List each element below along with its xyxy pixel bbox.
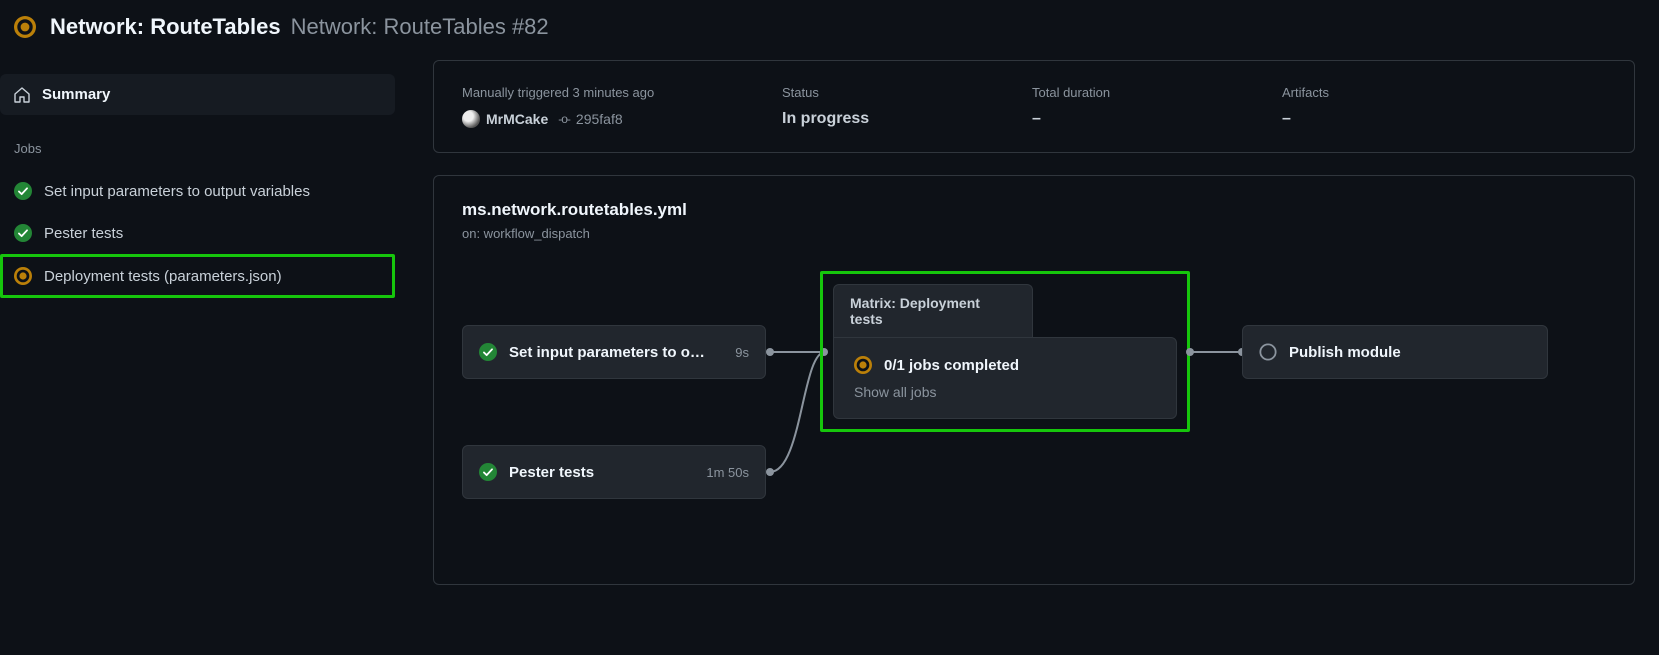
sidebar-job-label: Pester tests xyxy=(44,225,123,242)
status-running-icon xyxy=(854,356,872,374)
graph-node-set-input-parameters[interactable]: Set input parameters to out… 9s xyxy=(462,325,766,379)
graph-node-label: Pester tests xyxy=(509,464,594,481)
status-success-icon xyxy=(479,343,497,361)
sidebar-summary-label: Summary xyxy=(42,86,110,103)
commit-icon: -o- xyxy=(558,112,570,126)
workflow-run-title: Network: RouteTables #82 xyxy=(291,14,549,40)
workflow-graph-card: ms.network.routetables.yml on: workflow_… xyxy=(433,175,1635,585)
graph-node-label: Set input parameters to out… xyxy=(509,344,714,361)
sidebar-jobs-heading: Jobs xyxy=(0,135,395,170)
sidebar-job-label: Set input parameters to output variables xyxy=(44,183,310,200)
status-label: Status xyxy=(782,85,942,100)
page-header: Network: RouteTables Network: RouteTable… xyxy=(0,0,1659,60)
graph-connector-dot xyxy=(766,348,774,356)
run-meta-card: Manually triggered 3 minutes ago MrMCake… xyxy=(433,60,1635,153)
graph-connector-dot xyxy=(1186,348,1194,356)
run-status-running-icon xyxy=(14,16,36,38)
sidebar-job-pester-tests[interactable]: Pester tests xyxy=(0,212,395,254)
trigger-text: Manually triggered 3 minutes ago xyxy=(462,85,692,100)
artifacts-value: – xyxy=(1282,110,1291,127)
graph-node-publish-module[interactable]: Publish module xyxy=(1242,325,1548,379)
status-success-icon xyxy=(479,463,497,481)
sidebar: Summary Jobs Set input parameters to out… xyxy=(0,60,395,585)
main-content: Manually triggered 3 minutes ago MrMCake… xyxy=(395,60,1659,585)
commit-sha-link[interactable]: 295faf8 xyxy=(576,111,623,127)
status-pending-icon xyxy=(1259,343,1277,361)
workflow-graph: Set input parameters to out… 9s Pester t… xyxy=(462,301,1606,561)
home-icon xyxy=(14,87,30,103)
sidebar-summary[interactable]: Summary xyxy=(0,74,395,115)
workflow-title: Network: RouteTables xyxy=(50,14,281,40)
actor-avatar[interactable] xyxy=(462,110,480,128)
actor-link[interactable]: MrMCake xyxy=(486,111,548,127)
duration-label: Total duration xyxy=(1032,85,1192,100)
graph-connector-dot xyxy=(766,468,774,476)
status-success-icon xyxy=(14,182,32,200)
duration-value: – xyxy=(1032,110,1041,127)
graph-matrix-deployment-tests: Matrix: Deployment tests 0/1 jobs comple… xyxy=(820,271,1190,432)
artifacts-label: Artifacts xyxy=(1282,85,1442,100)
sidebar-job-label: Deployment tests (parameters.json) xyxy=(44,268,282,285)
sidebar-job-set-input-parameters[interactable]: Set input parameters to output variables xyxy=(0,170,395,212)
graph-node-pester-tests[interactable]: Pester tests 1m 50s xyxy=(462,445,766,499)
matrix-progress-text: 0/1 jobs completed xyxy=(884,357,1019,374)
sidebar-job-deployment-tests[interactable]: Deployment tests (parameters.json) xyxy=(0,254,395,298)
graph-node-label: Publish module xyxy=(1289,344,1401,361)
workflow-file-name: ms.network.routetables.yml xyxy=(462,200,1606,220)
status-value: In progress xyxy=(782,110,869,127)
status-running-icon xyxy=(14,267,32,285)
matrix-show-all-link[interactable]: Show all jobs xyxy=(854,384,1156,400)
matrix-tab-label[interactable]: Matrix: Deployment tests xyxy=(833,284,1033,337)
workflow-trigger-text: on: workflow_dispatch xyxy=(462,226,1606,241)
matrix-body[interactable]: 0/1 jobs completed Show all jobs xyxy=(833,337,1177,419)
graph-node-duration: 9s xyxy=(723,345,749,360)
status-success-icon xyxy=(14,224,32,242)
graph-node-duration: 1m 50s xyxy=(694,465,749,480)
